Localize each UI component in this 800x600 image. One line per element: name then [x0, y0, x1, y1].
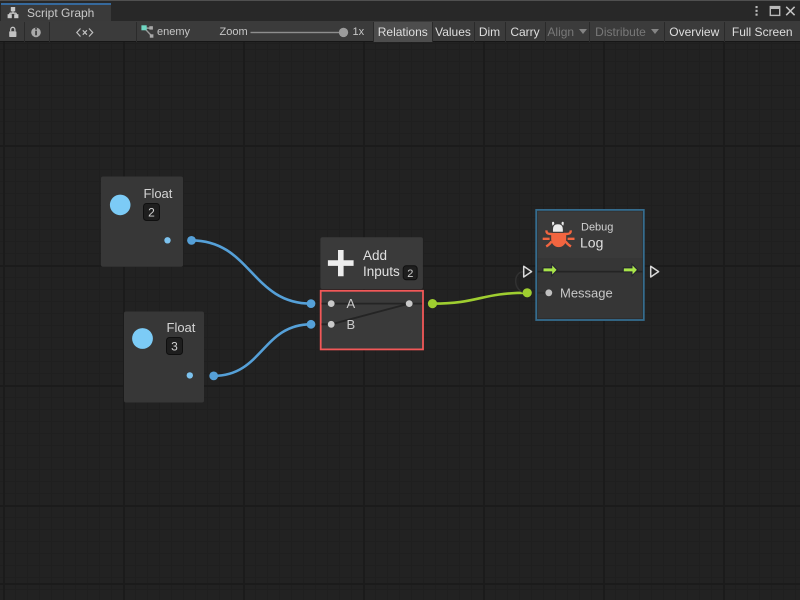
svg-text:2: 2	[407, 268, 413, 280]
svg-text:B: B	[347, 317, 356, 332]
svg-text:3: 3	[171, 340, 178, 354]
svg-text:Float: Float	[144, 186, 173, 201]
svg-text:Log: Log	[580, 235, 603, 251]
svg-text:Debug: Debug	[581, 221, 613, 233]
svg-text:Message: Message	[560, 285, 613, 300]
svg-text:2: 2	[148, 206, 155, 220]
svg-text:Float: Float	[167, 320, 196, 335]
svg-text:A: A	[347, 296, 356, 311]
svg-text:Add: Add	[363, 248, 387, 263]
svg-text:Inputs: Inputs	[363, 264, 400, 279]
